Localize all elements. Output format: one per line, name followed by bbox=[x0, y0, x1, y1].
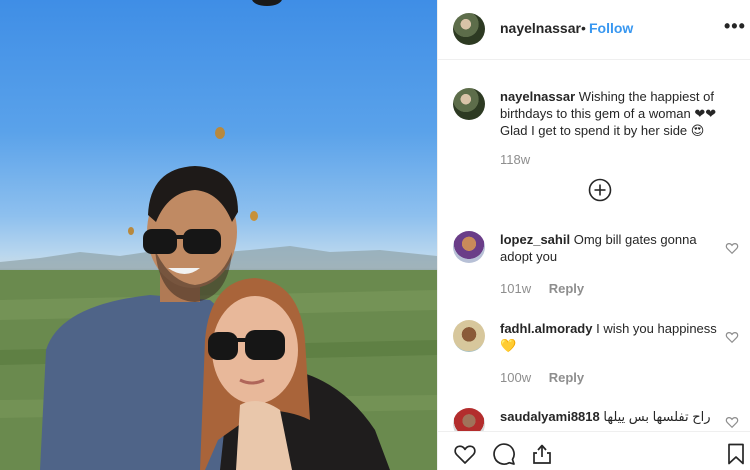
reply-button[interactable]: Reply bbox=[549, 370, 584, 385]
comment-text: lopez_sahil Omg bill gates gonna adopt y… bbox=[500, 231, 725, 265]
photo-illustration bbox=[0, 127, 437, 470]
post-side-panel: nayelnassar • Follow ••• nayelnassar Wis… bbox=[437, 0, 750, 470]
share-icon[interactable] bbox=[530, 442, 554, 466]
comments-list[interactable]: nayelnassar Wishing the happiest of birt… bbox=[438, 61, 750, 431]
more-options-icon[interactable]: ••• bbox=[724, 16, 746, 37]
comment-heart-icon[interactable] bbox=[725, 241, 739, 255]
caption-meta: 118w bbox=[500, 152, 530, 167]
post-header: nayelnassar • Follow ••• bbox=[438, 0, 750, 60]
comment-heart-icon[interactable] bbox=[725, 330, 739, 344]
commenter-avatar[interactable] bbox=[453, 231, 485, 263]
post-photo[interactable] bbox=[0, 0, 437, 470]
caption-username[interactable]: nayelnassar bbox=[500, 89, 575, 104]
follow-button[interactable]: Follow bbox=[589, 20, 633, 36]
caption-time[interactable]: 118w bbox=[500, 152, 530, 167]
comment-meta: 100w Reply bbox=[500, 370, 584, 385]
plus-circle-icon[interactable] bbox=[588, 178, 612, 202]
comment-username[interactable]: lopez_sahil bbox=[500, 232, 570, 247]
caption-avatar[interactable] bbox=[453, 88, 485, 120]
commenter-avatar[interactable] bbox=[453, 408, 485, 431]
comment-time[interactable]: 100w bbox=[500, 370, 531, 385]
comment-text: saudalyami8818 راح تفلسها بس ييلها bbox=[500, 408, 725, 425]
comment-body: راح تفلسها بس ييلها bbox=[603, 409, 711, 424]
comment-username[interactable]: fadhl.almorady bbox=[500, 321, 592, 336]
reply-button[interactable]: Reply bbox=[549, 281, 584, 296]
author-username[interactable]: nayelnassar bbox=[500, 20, 581, 36]
separator-dot: • bbox=[581, 20, 586, 36]
bookmark-icon[interactable] bbox=[724, 442, 748, 466]
comment-time[interactable]: 101w bbox=[500, 281, 531, 296]
comment-heart-icon[interactable] bbox=[725, 415, 739, 429]
heart-icon[interactable] bbox=[453, 442, 477, 466]
comment-username[interactable]: saudalyami8818 bbox=[500, 409, 600, 424]
caption-text: nayelnassar Wishing the happiest of birt… bbox=[500, 88, 725, 139]
comment-meta: 101w Reply bbox=[500, 281, 584, 296]
author-avatar[interactable] bbox=[453, 13, 485, 45]
commenter-avatar[interactable] bbox=[453, 320, 485, 352]
comment-text: fadhl.almorady I wish you happiness💛 bbox=[500, 320, 725, 354]
comment-icon[interactable] bbox=[492, 442, 516, 466]
action-bar bbox=[438, 431, 750, 470]
